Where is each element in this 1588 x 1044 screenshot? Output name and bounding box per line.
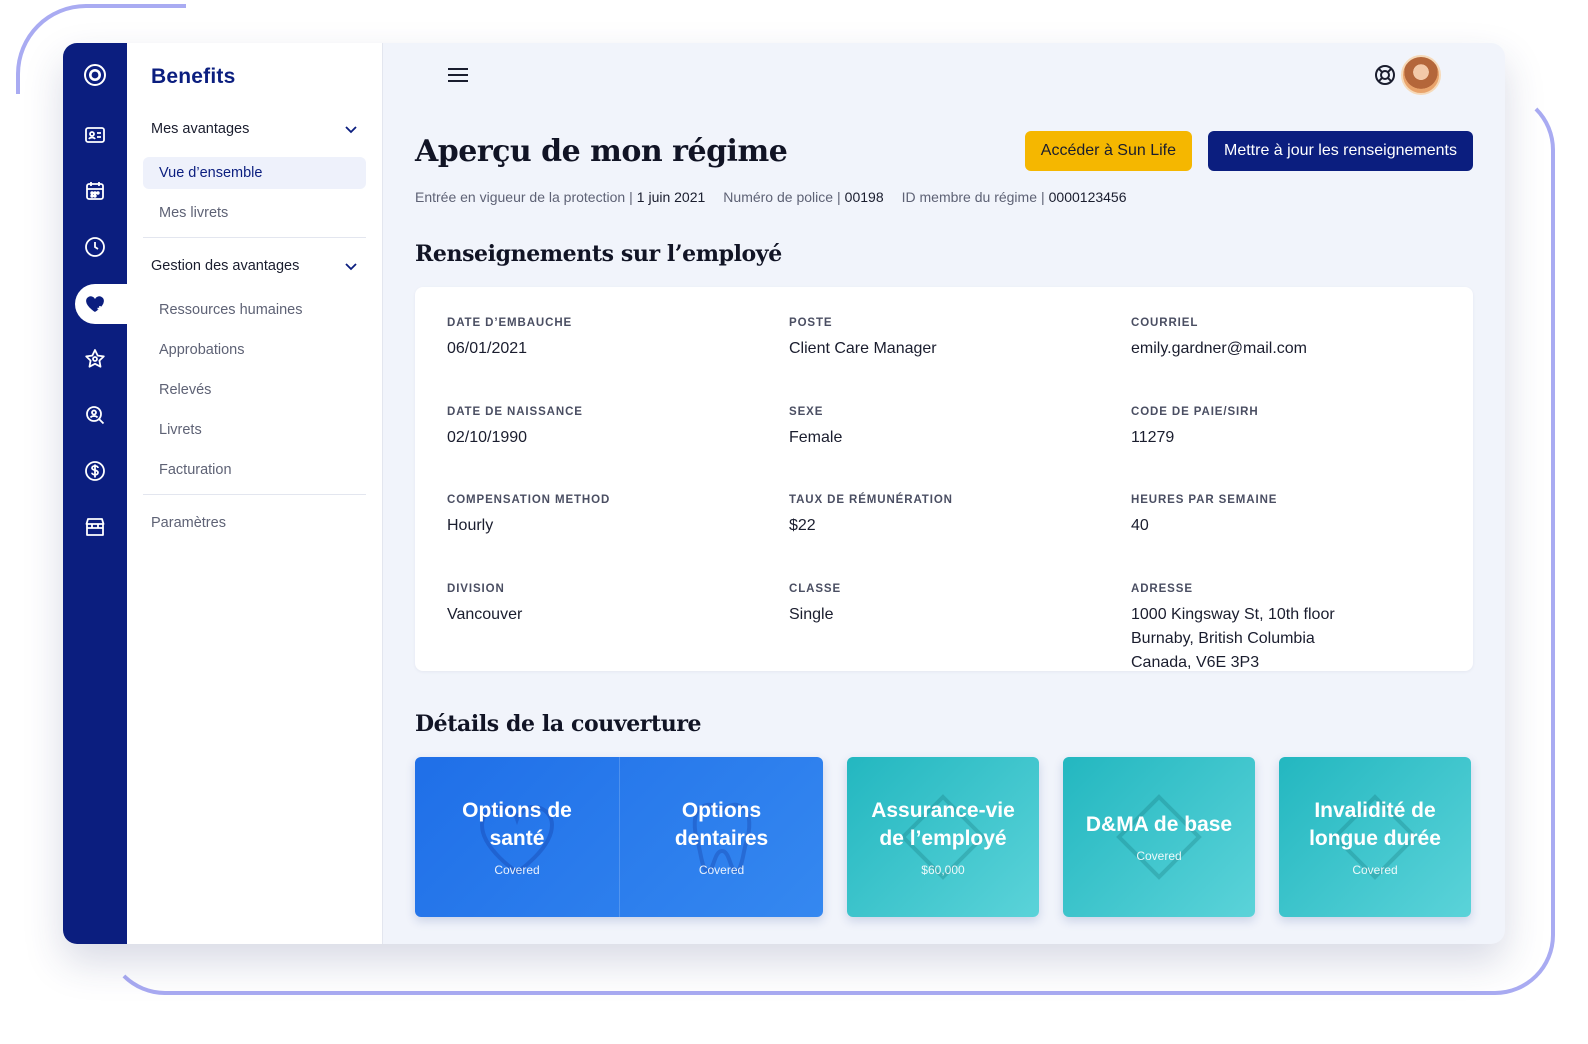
store-icon[interactable] [63, 507, 127, 547]
nav-group-label: Gestion des avantages [151, 258, 300, 274]
field-taux-remuneration: Taux de rémunération $22 [789, 494, 953, 534]
avatar[interactable] [1401, 55, 1441, 95]
hamburger-menu-icon[interactable] [447, 67, 469, 83]
logo-icon[interactable] [63, 55, 127, 95]
sidebar-item-mes-livrets[interactable]: Mes livrets [143, 197, 366, 229]
help-lifebuoy-icon[interactable] [1373, 63, 1397, 87]
field-date-naissance: Date de naissance 02/10/1990 [447, 405, 583, 446]
update-info-button[interactable]: Mettre à jour les renseignements [1208, 131, 1473, 171]
chevron-down-icon [345, 263, 357, 271]
search-person-icon[interactable] [63, 395, 127, 435]
clock-icon[interactable] [63, 227, 127, 267]
coverage-date: Entrée en vigueur de la protection | 1 jui… [415, 189, 706, 205]
sidebar-item-facturation[interactable]: Facturation [143, 454, 366, 486]
sidebar-item-releves[interactable]: Relevés [143, 374, 366, 406]
calendar-icon[interactable] [63, 171, 127, 211]
dollar-icon[interactable] [63, 451, 127, 491]
field-classe: Classe Single [789, 582, 842, 623]
nav-divider [143, 494, 366, 495]
coverage-tiles: Options de santé Covered Options dentair… [415, 757, 1473, 917]
top-bar [415, 43, 1473, 107]
field-sexe: Sexe Female [789, 405, 843, 446]
field-compensation-method: Compensation method Hourly [447, 494, 611, 534]
field-date-embauche: Date d’embauche 06/01/2021 [447, 317, 573, 357]
sidebar-nav: Benefits Mes avantages Vue d’ensemble Me… [127, 43, 383, 944]
page-title: Aperçu de mon régime [415, 133, 788, 169]
header-actions: Accéder à Sun Life Mettre à jour les ren… [1024, 131, 1473, 171]
policy-number: Numéro de police | 00198 [723, 189, 884, 205]
employee-section-title: Renseignements sur l’employé [415, 241, 782, 267]
brand-title: Benefits [151, 65, 236, 88]
sidebar-item-livrets[interactable]: Livrets [143, 414, 366, 446]
coverage-tile-assurance-vie[interactable]: Assurance-vie de l’employé $60,000 [847, 757, 1039, 917]
field-adresse: Adresse 1000 Kingsway St, 10th floor Bur… [1131, 582, 1335, 671]
coverage-tile-sante[interactable]: Options de santé Covered [415, 757, 619, 917]
field-poste: Poste Client Care Manager [789, 317, 937, 357]
field-heures-semaine: Heures par semaine 40 [1131, 494, 1278, 534]
chevron-down-icon [345, 126, 357, 134]
sidebar-item-parametres[interactable]: Paramètres [143, 511, 366, 535]
coverage-tile-dentaires[interactable]: Options dentaires Covered [619, 757, 823, 917]
title-row: Aperçu de mon régime Accéder à Sun Life … [415, 131, 1473, 171]
coverage-tile-dma[interactable]: D&MA de base Covered [1063, 757, 1255, 917]
star-icon[interactable] [63, 339, 127, 379]
nav-group-gestion[interactable]: Gestion des avantages [143, 254, 366, 278]
policy-meta: Entrée en vigueur de la protection | 1 jui… [415, 189, 1473, 205]
id-card-icon[interactable] [63, 115, 127, 155]
main-content: Aperçu de mon régime Accéder à Sun Life … [383, 43, 1505, 944]
coverage-section-title: Détails de la couverture [415, 711, 702, 737]
field-division: Division Vancouver [447, 582, 523, 623]
member-id: ID membre du régime | 0000123456 [901, 189, 1127, 205]
employee-info-card: Date d’embauche 06/01/2021 Poste Client Ca… [415, 287, 1473, 671]
sidebar-item-vue-ensemble[interactable]: Vue d’ensemble [143, 157, 366, 189]
nav-divider [143, 237, 366, 238]
coverage-tile-invalidite[interactable]: Invalidité de longue durée Covered [1279, 757, 1471, 917]
coverage-tile-health-dental: Options de santé Covered Options dentair… [415, 757, 823, 917]
heart-icon[interactable] [63, 284, 127, 324]
field-code-paie: Code de paie/SIRH 11279 [1131, 405, 1259, 446]
field-courriel: Courriel emily.gardner@mail.com [1131, 317, 1307, 357]
app-window: Benefits Mes avantages Vue d’ensemble Me… [63, 43, 1505, 944]
sun-life-button[interactable]: Accéder à Sun Life [1024, 131, 1192, 171]
nav-group-label: Mes avantages [151, 121, 250, 137]
sidebar-item-ressources-humaines[interactable]: Ressources humaines [143, 294, 366, 326]
icon-rail [63, 43, 135, 944]
sidebar-item-approbations[interactable]: Approbations [143, 334, 366, 366]
nav-group-mes-avantages[interactable]: Mes avantages [143, 117, 366, 141]
